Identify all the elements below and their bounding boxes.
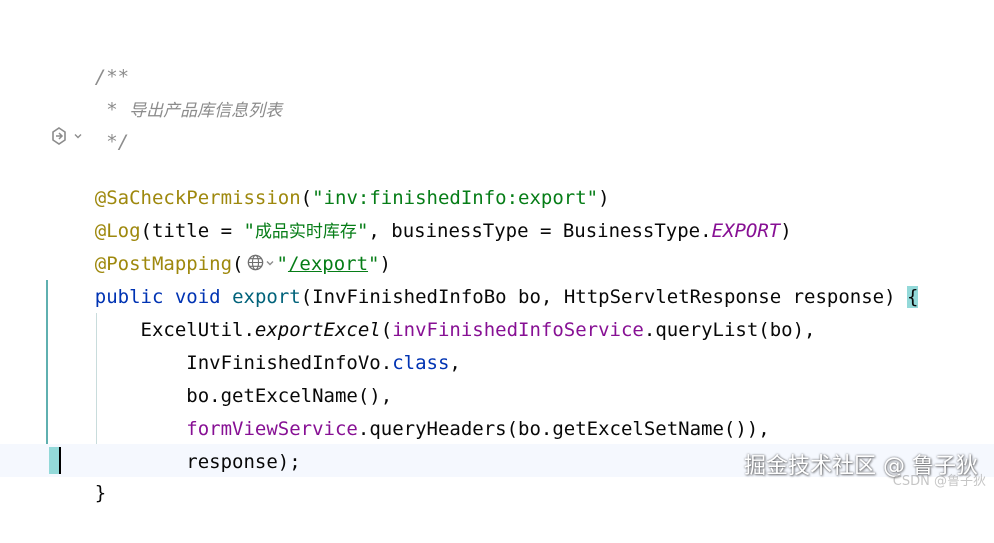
indent-guide-method [46, 280, 48, 444]
chevron-down-icon[interactable] [73, 131, 83, 141]
endpoint-icon[interactable] [49, 126, 69, 146]
text-caret [59, 447, 61, 474]
code-line-5: @Log(title = "成品实时库存", businessType = Bu… [94, 220, 792, 242]
code-line-11: formViewService.queryHeaders(bo.getExcel… [186, 418, 770, 440]
code-line-2: * 导出产品库信息列表 [49, 61, 282, 121]
response-arg: response); [94, 451, 301, 473]
code-line-6: @PostMapping("/export") [49, 215, 391, 275]
code-line-10: bo.getExcelName(), [49, 347, 392, 407]
watermark-csdn: CSDN @鲁子狄 [892, 474, 986, 489]
code-editor[interactable]: /** * 导出产品库信息列表 */ @SaCheckPermission("i… [0, 0, 994, 504]
endpoint-inlay[interactable] [49, 124, 83, 148]
code-line-7: public void export(InvFinishedInfoBo bo,… [49, 248, 919, 308]
close-brace: } [94, 482, 107, 504]
code-line-4: @SaCheckPermission("inv:finishedInfo:exp… [94, 187, 610, 209]
code-line-8: ExcelUtil.exportExcel(invFinishedInfoSer… [140, 319, 816, 341]
code-line-12: response); [49, 413, 300, 473]
enum-export: EXPORT [711, 220, 781, 242]
keyword-class: class [392, 352, 450, 374]
open-brace-match: { [906, 286, 919, 308]
comment-text: 导出产品库信息列表 [129, 101, 283, 121]
code-line-9: InvFinishedInfoVo.class, [186, 352, 461, 374]
code-line-3: */ [49, 93, 129, 153]
code-line-13: } [49, 444, 106, 504]
code-line-1: /** [49, 28, 129, 88]
